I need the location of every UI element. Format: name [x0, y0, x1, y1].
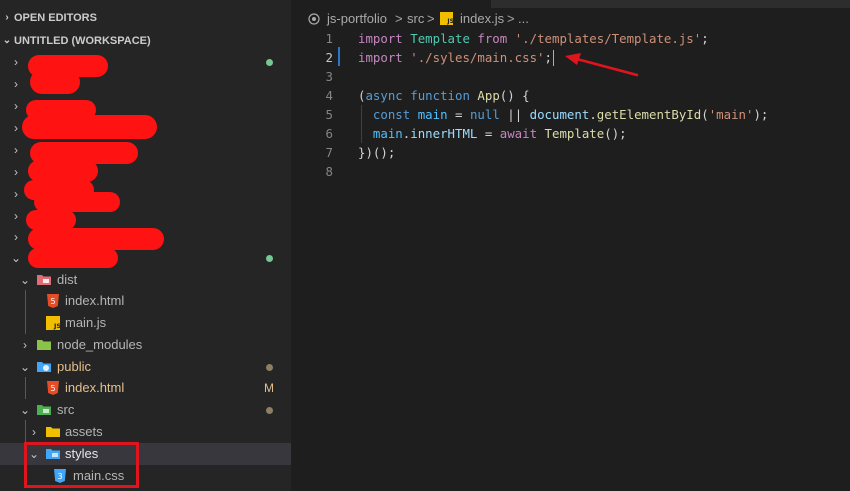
line-number: 1 [325, 31, 333, 46]
chevron-right-icon: › [14, 121, 18, 135]
js-file-icon: JS [440, 12, 453, 25]
chevron-right-icon: › [14, 209, 18, 223]
tree-label: main.js [65, 315, 107, 330]
code-line-7[interactable]: 7 })(); [291, 143, 850, 162]
redaction-mark [30, 70, 80, 94]
tree-label: public [57, 359, 91, 374]
git-status-dot [266, 364, 273, 371]
breadcrumb-item-folder[interactable]: src [407, 8, 424, 30]
redaction-mark [28, 228, 164, 250]
redaction-mark [26, 210, 76, 230]
git-status-dot [266, 407, 273, 414]
open-editors-header[interactable]: › OPEN EDITORS [0, 8, 291, 28]
html-file-icon: 5 [47, 294, 59, 308]
chevron-right-icon: › [14, 230, 18, 244]
breadcrumb-item-file[interactable]: index.js [460, 8, 504, 30]
line-number: 2 [325, 50, 333, 65]
line-number: 4 [325, 88, 333, 103]
chevron-right-icon: › [14, 99, 18, 113]
git-modified-badge: M [264, 381, 274, 395]
tree-label: assets [65, 424, 103, 439]
line-number: 6 [325, 126, 333, 141]
chevron-right-icon: › [14, 165, 18, 179]
tree-folder-dist[interactable]: ⌄ dist [0, 269, 291, 291]
code-text: })(); [358, 145, 396, 160]
tree-label: index.html [65, 380, 125, 395]
tree-label: index.html [65, 293, 125, 308]
chevron-down-icon: ⌄ [19, 403, 31, 417]
breadcrumb-separator: > [507, 11, 515, 26]
tree-file-dist-main-js[interactable]: JS main.js [0, 312, 291, 334]
code-text: (async function App() { [358, 88, 530, 103]
chevron-right-icon: › [14, 55, 18, 69]
workspace-header[interactable]: ⌄ UNTITLED (WORKSPACE) [0, 31, 291, 51]
code-line-8[interactable]: 8 [291, 162, 850, 181]
tab-bar-strip [491, 0, 850, 8]
tree-label: node_modules [57, 337, 143, 352]
chevron-right-icon: › [5, 12, 9, 23]
js-file-icon: JS [46, 316, 60, 330]
annotation-highlight-box [24, 442, 139, 488]
svg-text:JS: JS [53, 322, 60, 330]
folder-open-icon [37, 275, 51, 285]
folder-open-icon [37, 405, 51, 415]
code-line-5[interactable]: 5 const main = null || document.getEleme… [291, 105, 850, 124]
chevron-down-icon: ⌄ [19, 360, 31, 374]
line-number: 8 [325, 164, 333, 179]
tree-folder-node-modules[interactable]: › node_modules [0, 334, 291, 356]
open-editors-label: OPEN EDITORS [14, 12, 97, 24]
code-text: import './syles/main.css'; [358, 50, 552, 65]
chevron-right-icon: › [14, 143, 18, 157]
svg-text:5: 5 [50, 384, 55, 393]
breadcrumb-more[interactable]: ... [518, 8, 529, 30]
code-text: import Template from './templates/Templa… [358, 31, 709, 46]
tree-folder-public[interactable]: ⌄ public [0, 356, 291, 378]
svg-text:JS: JS [446, 18, 453, 25]
annotation-arrow-icon [565, 53, 639, 77]
chevron-down-icon: ⌄ [10, 251, 22, 265]
redaction-mark [28, 248, 118, 268]
tree-file-dist-index-html[interactable]: 5 index.html [0, 290, 291, 312]
workspace-label: UNTITLED (WORKSPACE) [14, 35, 151, 47]
explorer-sidebar: › OPEN EDITORS ⌄ UNTITLED (WORKSPACE) › … [0, 0, 291, 491]
chevron-right-icon: › [23, 338, 27, 352]
breadcrumb-separator: > [427, 11, 435, 26]
code-line-1[interactable]: 1 import Template from './templates/Temp… [291, 29, 850, 48]
tree-label: dist [57, 272, 78, 287]
chevron-right-icon: › [32, 425, 36, 439]
breadcrumb-separator: > [395, 11, 403, 26]
folder-icon [46, 427, 60, 437]
folder-icon [37, 340, 51, 350]
line-number: 3 [325, 69, 333, 84]
code-text: const main = null || document.getElement… [372, 107, 769, 122]
tree-file-public-index-html[interactable]: 5 index.html M [0, 377, 291, 399]
code-editor[interactable]: js-portfolio > src > JS index.js > ... 1… [291, 0, 850, 491]
svg-text:5: 5 [50, 297, 55, 306]
chevron-right-icon: › [14, 77, 18, 91]
code-line-4[interactable]: 4 (async function App() { [291, 86, 850, 105]
redaction-mark [28, 160, 98, 182]
tree-folder-src[interactable]: ⌄ src [0, 399, 291, 421]
git-status-dot [266, 59, 273, 66]
chevron-down-icon: ⌄ [2, 35, 12, 46]
code-text: main.innerHTML = await Template(); [372, 126, 627, 141]
folder-open-icon [37, 362, 51, 372]
line-number: 7 [325, 145, 333, 160]
line-number: 5 [325, 107, 333, 122]
tree-label: src [57, 402, 75, 417]
redaction-mark [22, 115, 157, 139]
code-line-6[interactable]: 6 main.innerHTML = await Template(); [291, 124, 850, 143]
redaction-mark [34, 192, 120, 212]
tree-folder-assets[interactable]: › assets [0, 421, 291, 443]
repo-icon [308, 13, 320, 25]
git-status-dot [266, 255, 273, 262]
chevron-down-icon: ⌄ [19, 273, 31, 287]
html-file-icon: 5 [47, 381, 59, 395]
breadcrumb-item-project[interactable]: js-portfolio [327, 8, 387, 30]
chevron-right-icon: › [14, 187, 18, 201]
breadcrumb: js-portfolio > src > JS index.js > ... [291, 8, 850, 30]
